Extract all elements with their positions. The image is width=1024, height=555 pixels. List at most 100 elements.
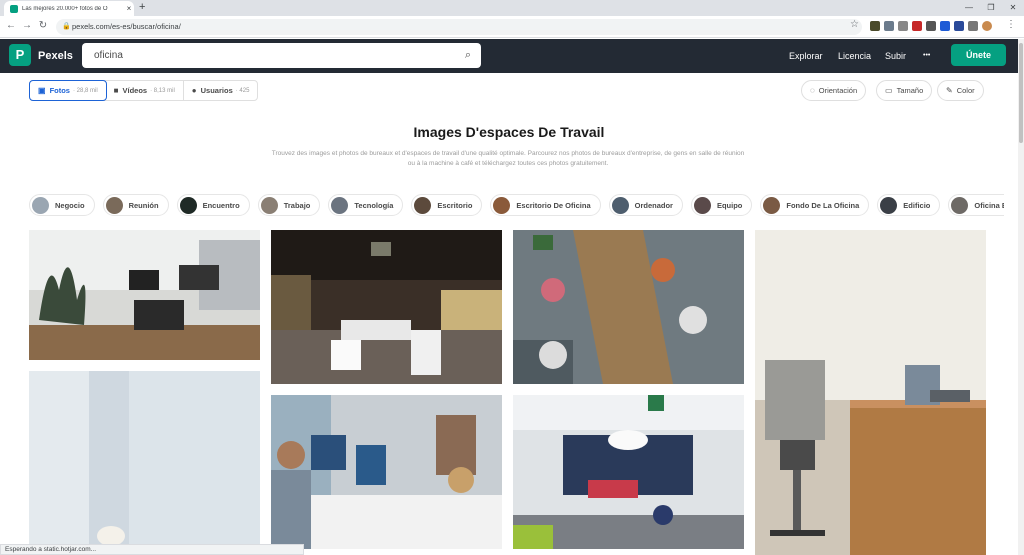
- tab-label: Usuarios: [200, 86, 233, 95]
- reload-icon[interactable]: ↻: [36, 20, 50, 31]
- related-chip[interactable]: Equipo: [690, 194, 753, 216]
- url-field[interactable]: 🔒 pexels.com/es-es/buscar/oficina/: [56, 19, 862, 35]
- chip-thumbnail: [611, 196, 629, 214]
- related-chip[interactable]: Ordenador: [608, 194, 683, 216]
- chip-label: Encuentro: [202, 200, 240, 210]
- related-chip[interactable]: Fondo De La Oficina: [760, 194, 870, 216]
- chip-thumbnail: [260, 196, 278, 214]
- browser-tab-bar: Las mejores 20.000+ fotos de O × + — ❐ ✕: [0, 0, 1024, 16]
- photo-card[interactable]: [755, 230, 986, 555]
- tab-count: · 425: [235, 87, 250, 94]
- office-photo-image: [513, 395, 744, 549]
- chip-thumbnail: [331, 196, 349, 214]
- office-photo-image: [271, 395, 502, 549]
- page-description: Trouvez des images et photos de bureaux …: [271, 150, 745, 167]
- media-type-tabs: ▣ Fotos · 28,8 mil ■ Vídeos · 8,13 mil ●…: [29, 80, 259, 101]
- related-chip[interactable]: Trabajo: [257, 194, 321, 216]
- scrollbar-thumb[interactable]: [1019, 43, 1023, 143]
- minimize-icon[interactable]: —: [958, 0, 980, 16]
- related-chip[interactable]: Oficina En Casa: [948, 194, 1004, 216]
- extension-icon[interactable]: [912, 21, 922, 31]
- photo-card[interactable]: [271, 230, 502, 384]
- browser-status-bar: Esperando a static.hotjar.com...: [0, 544, 304, 555]
- new-tab-button[interactable]: +: [139, 1, 145, 13]
- chip-label: Equipo: [716, 200, 743, 210]
- video-icon: ■: [113, 86, 119, 95]
- address-bar-row: ← → ↻ 🔒 pexels.com/es-es/buscar/oficina/…: [0, 16, 1024, 38]
- tab-label: Vídeos: [122, 86, 148, 95]
- join-button[interactable]: Únete: [951, 44, 1006, 66]
- related-chip[interactable]: Escritorio De Oficina: [490, 194, 601, 216]
- photo-card[interactable]: [29, 371, 260, 555]
- photo-card[interactable]: [29, 230, 260, 360]
- site-header: P Pexels oficina ⌕ Explorar Licencia Sub…: [0, 39, 1018, 73]
- extension-icon[interactable]: [968, 21, 978, 31]
- office-photo-image: [513, 230, 744, 384]
- related-chip[interactable]: Edificio: [877, 194, 941, 216]
- image-icon: ▣: [38, 86, 46, 95]
- chip-thumbnail: [493, 196, 511, 214]
- back-icon[interactable]: ←: [4, 20, 18, 31]
- related-chip[interactable]: Tecnología: [328, 194, 404, 216]
- related-chip[interactable]: Negocio: [29, 194, 95, 216]
- photo-card[interactable]: [271, 395, 502, 549]
- extension-icon[interactable]: [884, 21, 894, 31]
- extension-icon[interactable]: [926, 21, 936, 31]
- office-photo-image: [755, 230, 986, 555]
- chip-label: Reunión: [128, 200, 159, 210]
- page-scrollbar[interactable]: [1018, 39, 1024, 555]
- chip-label: Negocio: [55, 200, 85, 210]
- related-chip[interactable]: Reunión: [102, 194, 169, 216]
- nav-explorar[interactable]: Explorar: [789, 51, 823, 61]
- extension-icon[interactable]: [898, 21, 908, 31]
- extension-icon[interactable]: [940, 21, 950, 31]
- profile-avatar[interactable]: [982, 21, 992, 31]
- chip-label: Tecnología: [354, 200, 394, 210]
- window-controls: — ❐ ✕: [958, 0, 1024, 16]
- more-menu-icon[interactable]: •••: [923, 52, 930, 59]
- browser-menu-icon[interactable]: ⋮: [1006, 19, 1016, 30]
- tab-usuarios[interactable]: ● Usuarios · 425: [184, 81, 258, 100]
- user-icon: ●: [191, 86, 197, 95]
- tab-count: · 28,8 mil: [72, 87, 98, 94]
- lock-icon[interactable]: 🔒: [62, 19, 71, 35]
- page-title: Images D'espaces De Travail: [413, 124, 605, 140]
- related-chip[interactable]: Escritorio: [411, 194, 483, 216]
- related-chip[interactable]: Encuentro: [176, 194, 250, 216]
- photo-card[interactable]: [513, 230, 744, 384]
- tab-label: Fotos: [49, 86, 70, 95]
- chip-label: Edificio: [903, 200, 931, 210]
- photo-card[interactable]: [513, 395, 744, 549]
- chip-thumbnail: [880, 196, 898, 214]
- tab-videos[interactable]: ■ Vídeos · 8,13 mil: [106, 81, 184, 100]
- orientation-filter-button[interactable]: ◌ Orientación: [801, 80, 867, 101]
- nav-subir[interactable]: Subir: [885, 51, 906, 61]
- chip-label: Ordenador: [634, 200, 673, 210]
- size-label: Tamaño: [896, 86, 924, 95]
- office-photo-image: [29, 230, 260, 360]
- search-input[interactable]: oficina ⌕: [82, 43, 481, 68]
- restore-icon[interactable]: ❐: [980, 0, 1002, 16]
- extension-icon[interactable]: [954, 21, 964, 31]
- tab-title: Las mejores 20.000+ fotos de O: [22, 5, 108, 12]
- size-filter-button[interactable]: ▭ Tamaño: [876, 80, 933, 101]
- close-window-icon[interactable]: ✕: [1002, 0, 1024, 16]
- tab-fotos[interactable]: ▣ Fotos · 28,8 mil: [29, 80, 107, 101]
- chip-label: Trabajo: [283, 200, 311, 210]
- chip-label: Oficina En Casa: [974, 200, 1004, 210]
- pexels-logo-icon[interactable]: P: [9, 44, 31, 66]
- bookmark-star-icon[interactable]: ☆: [850, 19, 859, 30]
- nav-licencia[interactable]: Licencia: [838, 51, 871, 61]
- extension-icon[interactable]: [870, 21, 880, 31]
- forward-icon[interactable]: →: [20, 20, 34, 31]
- orientation-label: Orientación: [818, 86, 858, 95]
- extensions-area: [870, 21, 992, 31]
- browser-tab[interactable]: Las mejores 20.000+ fotos de O ×: [4, 1, 134, 16]
- tab-close-icon[interactable]: ×: [124, 4, 134, 13]
- brand-name[interactable]: Pexels: [38, 50, 73, 62]
- chip-thumbnail: [179, 196, 197, 214]
- color-filter-button[interactable]: ✎ Color: [937, 80, 984, 101]
- search-value: oficina: [94, 50, 123, 61]
- search-icon[interactable]: ⌕: [465, 43, 471, 68]
- chip-thumbnail: [693, 196, 711, 214]
